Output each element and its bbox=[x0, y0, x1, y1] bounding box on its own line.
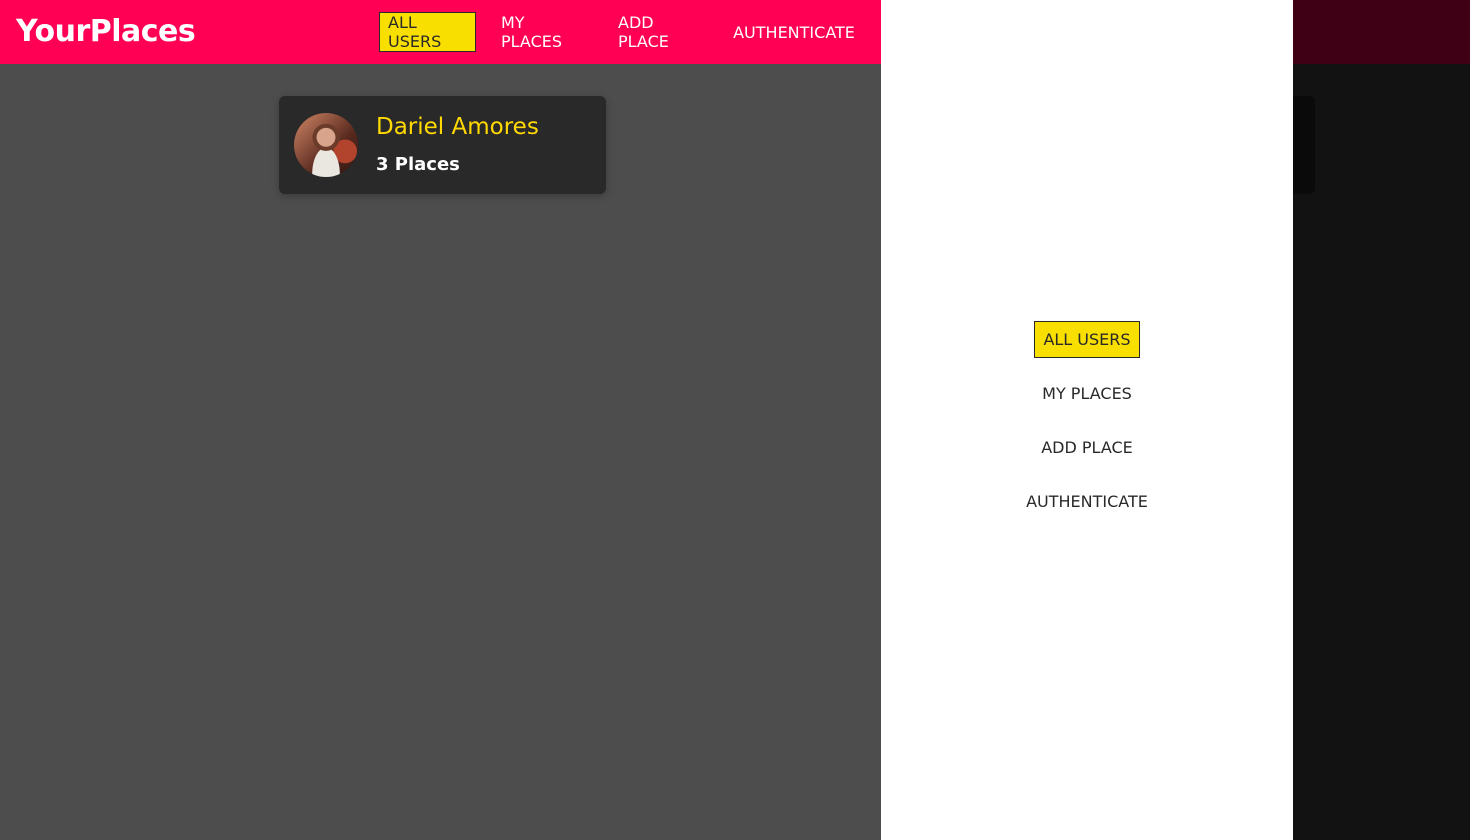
main-header: YourPlaces ALL USERS MY PLACES ADD PLACE… bbox=[0, 0, 881, 64]
nav-link-all-users[interactable]: ALL USERS bbox=[379, 12, 476, 52]
drawer-link-add-place[interactable]: ADD PLACE bbox=[881, 427, 1293, 467]
nav-link-authenticate[interactable]: AUTHENTICATE bbox=[728, 12, 860, 52]
backdrop-card-edge bbox=[1293, 96, 1315, 194]
nav-link-add-place[interactable]: ADD PLACE bbox=[610, 12, 712, 52]
user-name[interactable]: Dariel Amores bbox=[376, 114, 539, 140]
drawer-link-label: ADD PLACE bbox=[1041, 437, 1133, 457]
backdrop-overlay[interactable] bbox=[1293, 0, 1470, 840]
drawer-link-label: MY PLACES bbox=[1042, 383, 1132, 403]
backdrop-header-area bbox=[1293, 0, 1470, 64]
side-drawer: ALL USERS MY PLACES ADD PLACE AUTHENTICA… bbox=[881, 0, 1293, 840]
drawer-link-my-places[interactable]: MY PLACES bbox=[881, 373, 1293, 413]
drawer-link-label: ALL USERS bbox=[1034, 320, 1140, 358]
avatar bbox=[294, 113, 358, 177]
nav-link-my-places[interactable]: MY PLACES bbox=[493, 12, 593, 52]
app-logo[interactable]: YourPlaces bbox=[16, 14, 196, 49]
drawer-link-authenticate[interactable]: AUTHENTICATE bbox=[881, 481, 1293, 521]
drawer-link-label: AUTHENTICATE bbox=[1026, 491, 1148, 511]
drawer-link-all-users[interactable]: ALL USERS bbox=[881, 319, 1293, 359]
user-card[interactable] bbox=[279, 96, 606, 194]
user-place-count: 3 Places bbox=[376, 154, 460, 175]
